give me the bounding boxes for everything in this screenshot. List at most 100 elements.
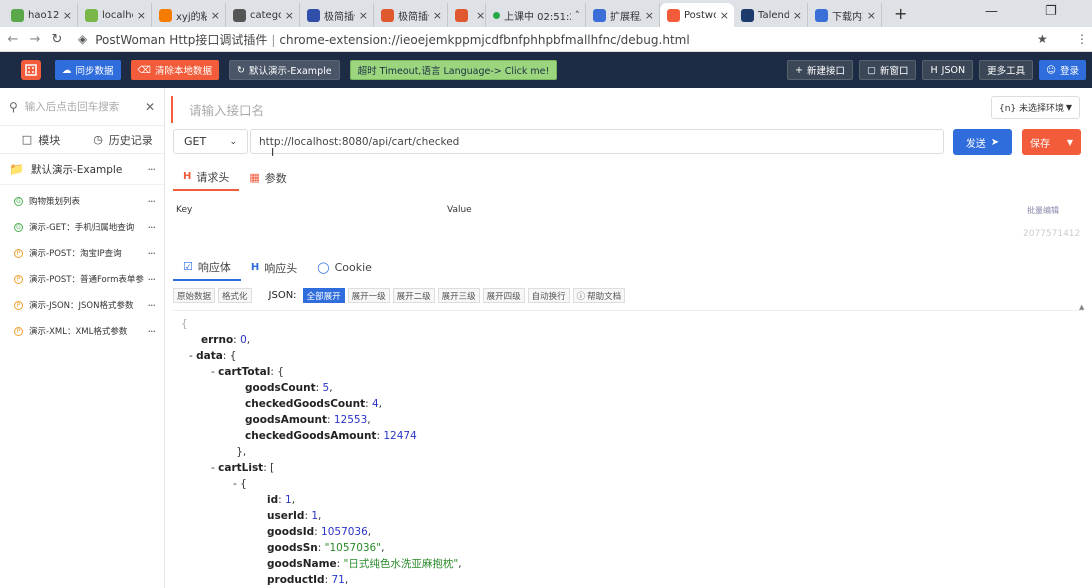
- new-window-button[interactable]: ▢ 新窗口: [858, 60, 917, 80]
- postwoman-logo-icon: [21, 60, 41, 80]
- close-icon[interactable]: ×: [63, 9, 72, 22]
- item-more-icon[interactable]: ···: [148, 221, 156, 234]
- sidebar-item[interactable]: P 演示-JSON：JSON格式参数 ···: [0, 292, 164, 318]
- browser-tab[interactable]: 上课中 02:51:24 ˄: [486, 3, 586, 27]
- close-icon[interactable]: ×: [476, 9, 485, 22]
- close-icon[interactable]: ×: [645, 9, 654, 22]
- forward-icon[interactable]: →: [24, 32, 46, 47]
- sidebar-item[interactable]: P 演示-POST：淘宝IP查询 ···: [0, 240, 164, 266]
- sidebar-item[interactable]: P 演示-XML：XML格式参数 ···: [0, 318, 164, 344]
- maximize-icon[interactable]: ❐: [1045, 4, 1057, 19]
- expand-level3-button[interactable]: 展开三级: [437, 288, 480, 303]
- tab-response-headers[interactable]: H 响应头: [241, 254, 307, 281]
- format-button[interactable]: 格式化: [218, 288, 252, 303]
- method-select[interactable]: GET ⌄: [173, 129, 248, 154]
- expand-all-button[interactable]: 全部展开: [302, 288, 345, 303]
- address-url[interactable]: PostWoman Http接口调试插件 | chrome-extension://…: [95, 31, 689, 48]
- clear-local-data-button[interactable]: ⌫ 清除本地数据: [130, 60, 219, 80]
- menu-icon[interactable]: ⋮: [1076, 32, 1088, 46]
- clear-search-icon[interactable]: ✕: [145, 100, 155, 114]
- browser-tab[interactable]: Po×: [448, 3, 486, 27]
- expand-level2-button[interactable]: 展开二级: [392, 288, 435, 303]
- browser-tab[interactable]: 下载内容 ×: [808, 3, 882, 27]
- tab-favicon-icon: [455, 8, 468, 22]
- sidebar-item[interactable]: G 购物策划列表 ···: [0, 188, 164, 214]
- url-input[interactable]: http://localhost:8080/api/cart/checked I: [250, 129, 944, 159]
- item-more-icon[interactable]: ···: [148, 325, 156, 338]
- project-select-button[interactable]: ↻ 默认演示-Example: [228, 60, 340, 80]
- new-api-label: 新建接口: [806, 66, 845, 77]
- minimize-icon[interactable]: —: [985, 4, 998, 19]
- new-tab-button[interactable]: +: [894, 4, 907, 23]
- json-key: goodsName: [267, 558, 337, 570]
- item-more-icon[interactable]: ···: [148, 273, 156, 286]
- sync-data-button[interactable]: ☁ 同步数据: [55, 60, 121, 80]
- item-more-icon[interactable]: ···: [148, 247, 156, 260]
- json-toolbar: 原始数据 格式化 JSON: 全部展开 展开一级 展开二级 展开三级 展开四级 …: [173, 287, 626, 304]
- sidebar-folder[interactable]: 📁 默认演示-Example ···: [0, 154, 164, 185]
- browser-tab[interactable]: hao12 ×: [4, 3, 78, 27]
- json-value: 12553: [333, 414, 368, 426]
- item-more-icon[interactable]: ···: [148, 299, 156, 312]
- login-button[interactable]: ☺ 登录: [1039, 60, 1086, 80]
- close-icon[interactable]: ×: [433, 9, 442, 22]
- search-input[interactable]: 输入后点击回车搜索: [25, 99, 145, 114]
- browser-tab[interactable]: 极简插件 ×: [374, 3, 448, 27]
- reload-icon[interactable]: ↻: [46, 32, 68, 47]
- close-icon[interactable]: ×: [285, 9, 294, 22]
- timeout-language-label: 超时 Timeout,语言 Language-> Click me!: [357, 66, 550, 77]
- chevron-down-icon: ⌄: [229, 136, 237, 147]
- browser-tab[interactable]: Talend ×: [734, 3, 808, 27]
- close-icon[interactable]: ×: [359, 9, 368, 22]
- expand-level4-button[interactable]: 展开四级: [482, 288, 525, 303]
- sidebar-search[interactable]: ⚲ 输入后点击回车搜索 ✕: [0, 88, 164, 126]
- item-more-icon[interactable]: ···: [148, 195, 156, 208]
- close-icon[interactable]: ×: [720, 9, 729, 22]
- close-icon[interactable]: ×: [137, 9, 146, 22]
- browser-tab[interactable]: xyj的粘 ×: [152, 3, 226, 27]
- caret-down-icon[interactable]: ▼: [1067, 138, 1073, 147]
- save-button[interactable]: 保存 ▼: [1022, 129, 1081, 155]
- timeout-language-button[interactable]: 超时 Timeout,语言 Language-> Click me!: [349, 60, 558, 80]
- method-badge: P: [14, 274, 23, 284]
- browser-tab[interactable]: Postwo ×: [660, 3, 734, 27]
- tab-modules[interactable]: □ 模块: [0, 132, 82, 148]
- browser-tab[interactable]: 极简插件 ×: [300, 3, 374, 27]
- auto-wrap-button[interactable]: 自动换行: [527, 288, 570, 303]
- expand-level1-button[interactable]: 展开一级: [347, 288, 390, 303]
- send-button[interactable]: 发送 ➤: [953, 129, 1012, 155]
- json-line: goodsId: 1057036,: [267, 525, 371, 539]
- close-icon[interactable]: ×: [867, 9, 876, 22]
- browser-tab[interactable]: 扩展程序 ×: [586, 3, 660, 27]
- json-key: userId: [267, 510, 305, 522]
- value-column-header: Value: [447, 205, 472, 215]
- environment-select[interactable]: {n} 未选择环境 ▼: [991, 96, 1080, 119]
- browser-tab[interactable]: localho ×: [78, 3, 152, 27]
- back-icon[interactable]: ←: [2, 32, 24, 47]
- folder-more-icon[interactable]: ···: [148, 163, 156, 176]
- tab-params[interactable]: ▦ 参数: [239, 164, 296, 191]
- new-api-button[interactable]: + 新建接口: [787, 60, 853, 80]
- browser-tab-strip: hao12×localho×xyj的粘×catego×极简插件×极简插件×Po×…: [0, 0, 1092, 27]
- share-icon[interactable]: ★: [1037, 32, 1048, 46]
- api-name-input[interactable]: 请输入接口名: [171, 96, 981, 123]
- tab-response-body[interactable]: ☑ 响应体: [173, 254, 241, 281]
- tab-request-headers[interactable]: H 请求头: [173, 164, 240, 191]
- bulk-edit-link[interactable]: 批量编辑: [1027, 205, 1059, 216]
- sidebar-item-label: 演示-POST：淘宝IP查询: [29, 249, 122, 259]
- browser-tab[interactable]: catego ×: [226, 3, 300, 27]
- close-icon[interactable]: ×: [211, 9, 220, 22]
- raw-data-button[interactable]: 原始数据: [173, 288, 216, 303]
- help-doc-button[interactable]: ⓘ 帮助文档: [572, 288, 626, 303]
- close-icon[interactable]: ×: [793, 9, 802, 22]
- json-key: checkedGoodsCount: [245, 398, 366, 410]
- more-tools-button[interactable]: 更多工具: [979, 60, 1034, 80]
- json-button[interactable]: H JSON: [922, 60, 974, 80]
- sidebar-item[interactable]: P 演示-POST：普通Form表单参 ···: [0, 266, 164, 292]
- json-key: goodsCount: [245, 382, 316, 394]
- tab-history[interactable]: ◷ 历史记录: [82, 132, 164, 148]
- tab-cookie[interactable]: ◯ Cookie: [307, 254, 382, 281]
- json-key: productId: [267, 574, 325, 586]
- chevron-up-icon[interactable]: ˄: [575, 9, 581, 22]
- sidebar-item[interactable]: G 演示-GET：手机归属地查询 ···: [0, 214, 164, 240]
